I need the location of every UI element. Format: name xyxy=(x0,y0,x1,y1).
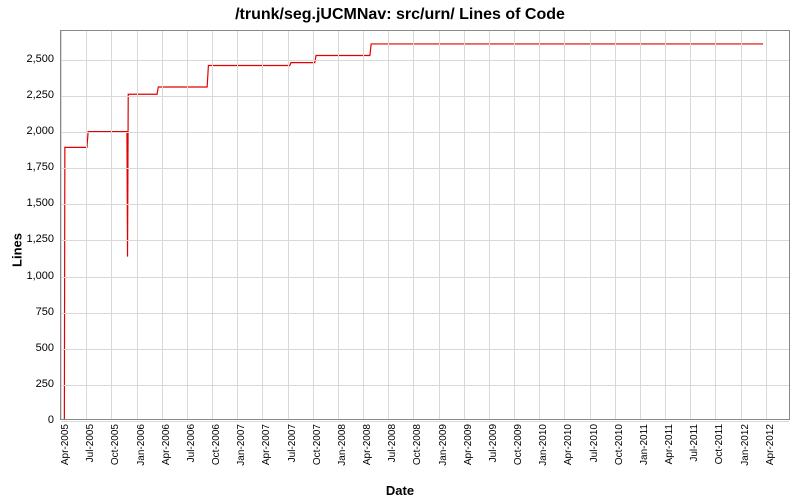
gridline-h xyxy=(61,240,789,241)
gridline-v xyxy=(539,31,540,419)
x-tick-label: Oct-2008 xyxy=(412,424,423,465)
y-tick-label: 500 xyxy=(36,342,54,354)
x-tick-label: Oct-2011 xyxy=(714,424,725,464)
y-tick-label: 1,250 xyxy=(26,233,54,245)
gridline-v xyxy=(413,31,414,419)
plot-area xyxy=(60,30,790,420)
x-tick-label: Jul-2007 xyxy=(287,424,298,462)
x-tick-label: Oct-2009 xyxy=(513,424,524,465)
gridline-h xyxy=(61,60,789,61)
y-tick-label: 250 xyxy=(36,378,54,390)
gridline-v xyxy=(262,31,263,419)
x-tick-label: Apr-2012 xyxy=(765,424,776,465)
gridline-v xyxy=(564,31,565,419)
gridline-h xyxy=(61,132,789,133)
loc-chart: /trunk/seg.jUCMNav: src/urn/ Lines of Co… xyxy=(0,0,800,500)
gridline-v xyxy=(766,31,767,419)
gridline-v xyxy=(464,31,465,419)
y-tick-label: 1,000 xyxy=(26,270,54,282)
y-tick-label: 1,750 xyxy=(26,161,54,173)
gridline-v xyxy=(615,31,616,419)
gridline-v xyxy=(237,31,238,419)
x-tick-label: Apr-2009 xyxy=(463,424,474,465)
x-tick-label: Jul-2009 xyxy=(488,424,499,462)
x-ticks: Apr-2005 Jul-2005 Oct-2005 Jan-2006 Apr-2006… xyxy=(60,420,790,480)
x-tick-label: Jul-2010 xyxy=(589,424,600,462)
x-tick-label: Jan-2011 xyxy=(639,424,650,465)
chart-title: /trunk/seg.jUCMNav: src/urn/ Lines of Co… xyxy=(0,6,800,24)
gridline-h xyxy=(61,96,789,97)
gridline-v xyxy=(212,31,213,419)
y-tick-label: 2,500 xyxy=(26,53,54,65)
y-tick-label: 2,250 xyxy=(26,89,54,101)
gridline-h xyxy=(61,385,789,386)
x-tick-label: Apr-2010 xyxy=(563,424,574,465)
x-tick-label: Jan-2008 xyxy=(337,424,348,466)
x-tick-label: Oct-2010 xyxy=(614,424,625,465)
gridline-v xyxy=(690,31,691,419)
x-tick-label: Apr-2005 xyxy=(60,424,71,465)
x-tick-label: Jul-2011 xyxy=(689,424,700,462)
gridline-v xyxy=(61,31,62,419)
y-tick-label: 2,000 xyxy=(26,125,54,137)
gridline-v xyxy=(388,31,389,419)
gridline-v xyxy=(741,31,742,419)
x-tick-label: Jul-2008 xyxy=(387,424,398,462)
y-tick-label: 0 xyxy=(48,414,54,426)
x-tick-label: Oct-2006 xyxy=(211,424,222,465)
gridline-v xyxy=(363,31,364,419)
gridline-h xyxy=(61,349,789,350)
gridline-v xyxy=(162,31,163,419)
gridline-v xyxy=(111,31,112,419)
gridline-v xyxy=(715,31,716,419)
gridline-v xyxy=(514,31,515,419)
x-tick-label: Oct-2007 xyxy=(312,424,323,465)
x-axis-label: Date xyxy=(0,483,800,498)
gridline-v xyxy=(665,31,666,419)
y-tick-label: 1,500 xyxy=(26,197,54,209)
x-tick-label: Apr-2008 xyxy=(362,424,373,465)
gridline-h xyxy=(61,168,789,169)
x-tick-label: Apr-2006 xyxy=(161,424,172,465)
series-svg xyxy=(61,31,789,419)
x-tick-label: Jan-2006 xyxy=(136,424,147,466)
x-tick-label: Apr-2011 xyxy=(664,424,675,464)
x-tick-label: Oct-2005 xyxy=(110,424,121,465)
gridline-v xyxy=(439,31,440,419)
y-ticks: 02505007501,0001,2501,5001,7502,0002,250… xyxy=(0,30,58,420)
x-tick-label: Jul-2006 xyxy=(186,424,197,462)
gridline-v xyxy=(338,31,339,419)
gridline-v xyxy=(187,31,188,419)
gridline-v xyxy=(137,31,138,419)
x-tick-label: Jan-2010 xyxy=(538,424,549,466)
x-tick-label: Jul-2005 xyxy=(85,424,96,462)
gridline-v xyxy=(590,31,591,419)
gridline-v xyxy=(313,31,314,419)
gridline-v xyxy=(288,31,289,419)
gridline-h xyxy=(61,313,789,314)
x-tick-label: Jan-2007 xyxy=(236,424,247,466)
y-tick-label: 750 xyxy=(36,306,54,318)
gridline-v xyxy=(489,31,490,419)
x-tick-label: Jan-2012 xyxy=(740,424,751,466)
gridline-h xyxy=(61,277,789,278)
x-tick-label: Apr-2007 xyxy=(261,424,272,465)
x-tick-label: Jan-2009 xyxy=(438,424,449,466)
gridline-v xyxy=(86,31,87,419)
gridline-v xyxy=(640,31,641,419)
gridline-h xyxy=(61,204,789,205)
